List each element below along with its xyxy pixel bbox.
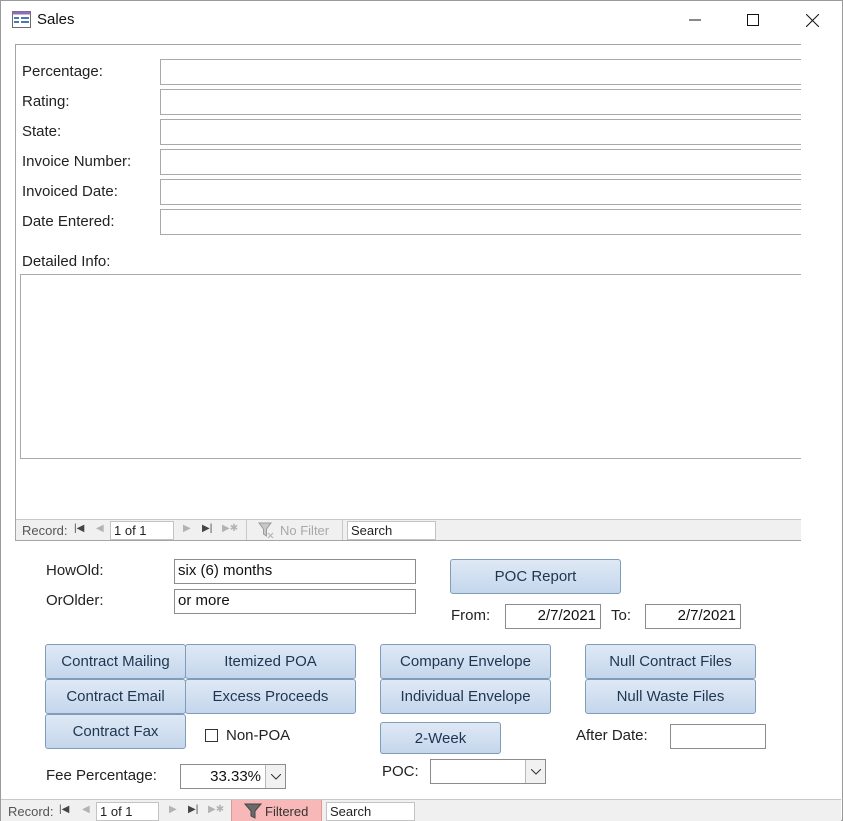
filtered-toggle[interactable]: Filtered bbox=[231, 800, 322, 821]
null-contract-files-button[interactable]: Null Contract Files bbox=[585, 644, 756, 679]
form-navigation-bar: Record: |◀ ◀ 1 of 1 ▶ ▶| ▶✱ Filtered Sea… bbox=[1, 799, 841, 821]
fee-percentage-dropdown-button[interactable] bbox=[265, 765, 285, 788]
after-date-field[interactable] bbox=[670, 724, 766, 749]
non-poa-checkbox[interactable] bbox=[205, 729, 218, 742]
excess-proceeds-button[interactable]: Excess Proceeds bbox=[185, 679, 356, 714]
subform-search-box[interactable]: Search bbox=[347, 521, 436, 540]
form-icon bbox=[12, 11, 31, 28]
previous-record-icon[interactable]: ◀ bbox=[96, 523, 104, 534]
orolder-field[interactable]: or more bbox=[174, 589, 416, 614]
last-record-icon[interactable]: ▶| bbox=[188, 804, 198, 815]
contract-mailing-button[interactable]: Contract Mailing bbox=[45, 644, 186, 679]
first-record-icon[interactable]: |◀ bbox=[74, 523, 84, 534]
state-field[interactable] bbox=[160, 119, 801, 145]
dropdown-arrow-icon bbox=[270, 773, 281, 780]
form-search-box[interactable]: Search bbox=[326, 802, 415, 821]
new-record-icon[interactable]: ▶✱ bbox=[222, 523, 238, 534]
howold-field[interactable]: six (6) months bbox=[174, 559, 416, 584]
invoiced-date-label: Invoiced Date: bbox=[22, 183, 118, 200]
last-record-icon[interactable]: ▶| bbox=[202, 523, 212, 534]
fee-percentage-value: 33.33% bbox=[210, 768, 261, 785]
company-envelope-button[interactable]: Company Envelope bbox=[380, 644, 551, 679]
next-record-icon[interactable]: ▶ bbox=[169, 804, 177, 815]
poc-dropdown-button[interactable] bbox=[525, 760, 545, 783]
next-record-icon[interactable]: ▶ bbox=[183, 523, 191, 534]
fee-percentage-combo[interactable]: 33.33% bbox=[180, 764, 286, 789]
close-icon bbox=[805, 13, 819, 27]
date-entered-field[interactable] bbox=[160, 209, 801, 235]
orolder-label: OrOlder: bbox=[46, 592, 104, 609]
after-date-label: After Date: bbox=[576, 727, 648, 744]
null-waste-files-button[interactable]: Null Waste Files bbox=[585, 679, 756, 714]
rating-field[interactable] bbox=[160, 89, 801, 115]
new-record-icon[interactable]: ▶✱ bbox=[208, 804, 224, 815]
non-poa-label: Non-POA bbox=[226, 727, 291, 744]
to-date-field[interactable]: 2/7/2021 bbox=[645, 604, 741, 629]
rating-label: Rating: bbox=[22, 93, 70, 110]
individual-envelope-button[interactable]: Individual Envelope bbox=[380, 679, 551, 714]
minimize-button[interactable] bbox=[666, 0, 724, 40]
subform-record-position[interactable]: 1 of 1 bbox=[110, 521, 174, 540]
two-week-button[interactable]: 2-Week bbox=[380, 722, 501, 754]
from-label: From: bbox=[451, 607, 491, 624]
sales-subform: Percentage: Rating: State: Invoice Numbe… bbox=[15, 44, 801, 541]
date-entered-label: Date Entered: bbox=[22, 213, 115, 230]
detailed-info-field[interactable] bbox=[20, 274, 801, 459]
maximize-icon bbox=[747, 14, 759, 26]
nav-separator bbox=[342, 520, 343, 540]
subform-navigation-bar: Record: |◀ ◀ 1 of 1 ▶ ▶| ▶✱ No Filter Se… bbox=[16, 519, 801, 540]
invoiced-date-field[interactable] bbox=[160, 179, 801, 205]
nav-separator bbox=[246, 520, 247, 540]
poc-report-button[interactable]: POC Report bbox=[450, 559, 621, 594]
percentage-label: Percentage: bbox=[22, 63, 103, 80]
percentage-field[interactable] bbox=[160, 59, 801, 85]
state-label: State: bbox=[22, 123, 62, 140]
minimize-icon bbox=[689, 19, 701, 21]
dropdown-arrow-icon bbox=[530, 768, 541, 775]
poc-label: POC: bbox=[382, 763, 419, 780]
close-button[interactable] bbox=[783, 0, 841, 40]
to-label: To: bbox=[611, 607, 632, 624]
filter-icon bbox=[258, 522, 274, 539]
filter-icon bbox=[244, 803, 262, 819]
window-title: Sales bbox=[37, 11, 75, 28]
poc-combo[interactable] bbox=[430, 759, 546, 784]
howold-label: HowOld: bbox=[46, 562, 104, 579]
form-record-label: Record: bbox=[8, 804, 54, 819]
form-record-position[interactable]: 1 of 1 bbox=[96, 802, 159, 821]
previous-record-icon[interactable]: ◀ bbox=[82, 804, 90, 815]
detailed-info-label: Detailed Info: bbox=[22, 253, 111, 270]
contract-fax-button[interactable]: Contract Fax bbox=[45, 714, 186, 749]
maximize-button[interactable] bbox=[724, 0, 782, 40]
subform-record-label: Record: bbox=[22, 523, 68, 538]
first-record-icon[interactable]: |◀ bbox=[59, 804, 69, 815]
no-filter-button[interactable]: No Filter bbox=[280, 523, 329, 538]
itemized-poa-button[interactable]: Itemized POA bbox=[185, 644, 356, 679]
fee-percentage-label: Fee Percentage: bbox=[46, 767, 157, 784]
invoice-number-label: Invoice Number: bbox=[22, 153, 132, 170]
from-date-field[interactable]: 2/7/2021 bbox=[505, 604, 601, 629]
contract-email-button[interactable]: Contract Email bbox=[45, 679, 186, 714]
filtered-label: Filtered bbox=[265, 804, 309, 819]
invoice-number-field[interactable] bbox=[160, 149, 801, 175]
